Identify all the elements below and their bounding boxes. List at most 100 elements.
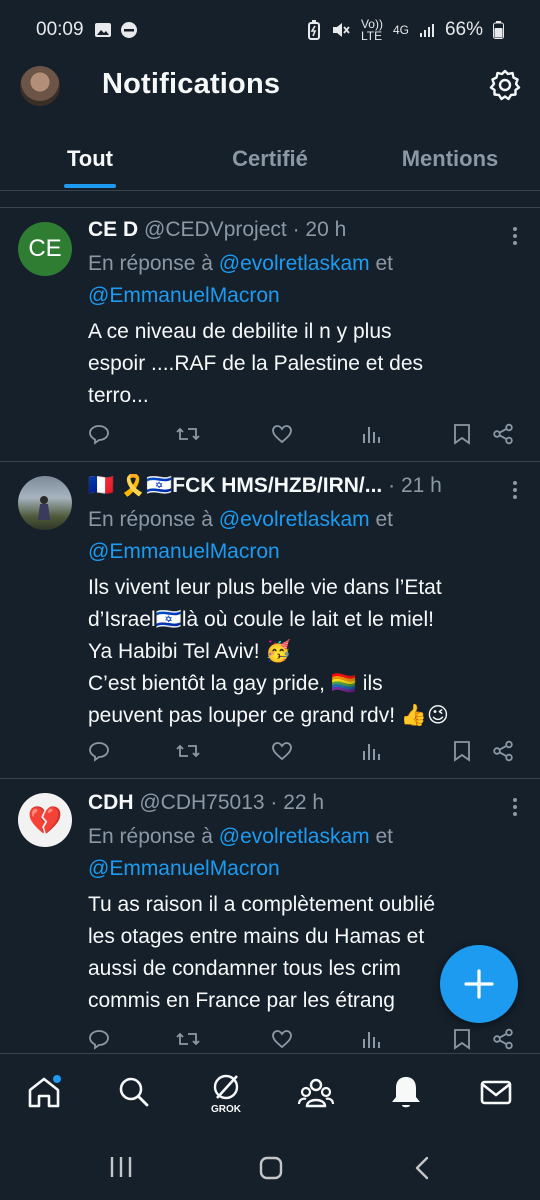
tweet-text: A ce niveau de debilite il n y plus espo… xyxy=(88,316,520,412)
reply-prefix: En réponse à xyxy=(88,508,213,531)
dnd-icon xyxy=(120,22,137,38)
text-line: d’Israel🇮🇱là où coule le lait et le miel… xyxy=(88,608,434,631)
avatar[interactable]: 💔 xyxy=(18,793,72,847)
author-name[interactable]: CDH xyxy=(88,791,134,814)
notification-tabs: Tout Certifié Mentions xyxy=(0,128,540,190)
reply-icon[interactable] xyxy=(88,740,110,767)
reply-context: En réponse à @evolretlaskam et @Emmanuel… xyxy=(88,504,520,568)
system-navigation-bar xyxy=(0,1133,540,1200)
tweet-time: · 21 h xyxy=(388,474,442,497)
text-line: Tu as raison il a complètement oublié xyxy=(88,893,436,916)
home-button-icon[interactable] xyxy=(258,1155,284,1181)
nav-messages[interactable] xyxy=(476,1072,516,1112)
heart-icon[interactable] xyxy=(271,740,293,767)
more-options-icon[interactable] xyxy=(512,797,518,817)
mention-link[interactable]: @EmmanuelMacron xyxy=(88,540,280,563)
status-time: 00:09 xyxy=(36,19,84,40)
tweet-actions xyxy=(88,740,520,770)
gear-icon[interactable] xyxy=(488,68,522,102)
bookmark-icon[interactable] xyxy=(452,423,472,450)
communities-icon xyxy=(297,1078,335,1108)
views-icon[interactable] xyxy=(360,423,382,450)
mention-link[interactable]: @EmmanuelMacron xyxy=(88,857,280,880)
more-options-icon[interactable] xyxy=(512,226,518,246)
network-4g-indicator: 4G xyxy=(392,23,409,37)
reply-context: En réponse à @evolretlaskam et @Emmanuel… xyxy=(88,821,520,885)
tweet-actions xyxy=(88,423,520,453)
messages-icon xyxy=(480,1080,512,1105)
tab-mentions[interactable]: Mentions xyxy=(360,128,540,190)
mention-link[interactable]: @evolretlaskam xyxy=(219,508,370,531)
reply-and: et xyxy=(375,252,394,275)
volte-indicator: Vo)) LTE xyxy=(360,17,383,43)
tab-all[interactable]: Tout xyxy=(0,128,180,190)
bookmark-icon[interactable] xyxy=(452,740,472,767)
tweet-text: Ils vivent leur plus belle vie dans l’Et… xyxy=(88,572,520,732)
mute-icon xyxy=(332,23,350,37)
views-icon[interactable] xyxy=(360,1028,382,1053)
reply-context: En réponse à @evolretlaskam et @Emmanuel… xyxy=(88,248,520,312)
retweet-icon[interactable] xyxy=(176,740,200,767)
battery-percent: 66% xyxy=(444,19,483,40)
share-icon[interactable] xyxy=(492,423,514,450)
reply-prefix: En réponse à xyxy=(88,252,213,275)
bottom-navigation: GROK xyxy=(0,1053,540,1133)
nav-grok[interactable]: GROK xyxy=(205,1072,247,1115)
reply-icon[interactable] xyxy=(88,1028,110,1053)
author-handle[interactable]: @CEDVproject xyxy=(144,218,287,241)
tweet-item[interactable]: 🇫🇷 🎗️🇮🇱FCK HMS/HZB/IRN/... · 21 h En rép… xyxy=(0,462,540,778)
grok-icon xyxy=(213,1074,239,1100)
notifications-icon xyxy=(392,1077,420,1108)
nav-home[interactable] xyxy=(24,1072,64,1112)
views-icon[interactable] xyxy=(360,740,382,767)
author-handle[interactable]: @CDH75013 xyxy=(139,791,264,814)
tabs-divider xyxy=(0,190,540,191)
text-line: C’est bientôt la gay pride, 🏳️‍🌈 ils xyxy=(88,672,383,695)
reply-and: et xyxy=(375,825,394,848)
retweet-icon[interactable] xyxy=(176,1028,200,1053)
mention-link[interactable]: @evolretlaskam xyxy=(219,825,370,848)
status-bar: 00:09 Vo)) LTE 4G 66% xyxy=(0,0,540,60)
heart-icon[interactable] xyxy=(271,1028,293,1053)
reply-and: et xyxy=(375,508,394,531)
nav-communities[interactable] xyxy=(296,1072,336,1112)
share-icon[interactable] xyxy=(492,740,514,767)
bookmark-icon[interactable] xyxy=(452,1028,472,1053)
plus-icon xyxy=(464,969,494,999)
reply-icon[interactable] xyxy=(88,423,110,450)
text-line: espoir ....RAF de la Palestine et des xyxy=(88,352,424,375)
search-icon xyxy=(119,1077,149,1107)
author-name[interactable]: 🇫🇷 🎗️🇮🇱FCK HMS/HZB/IRN/... xyxy=(88,474,382,497)
heart-icon[interactable] xyxy=(271,423,293,450)
recent-apps-icon[interactable] xyxy=(108,1155,134,1179)
battery-icon xyxy=(493,21,504,39)
battery-saver-icon xyxy=(307,20,320,40)
grok-label: GROK xyxy=(211,1104,241,1115)
top-app-bar: Notifications xyxy=(0,60,540,116)
avatar[interactable]: CE xyxy=(18,222,72,276)
text-line: A ce niveau de debilite il n y plus xyxy=(88,320,392,343)
tweet-time: · 20 h xyxy=(292,218,347,241)
tab-verified[interactable]: Certifié xyxy=(180,128,360,190)
mention-link[interactable]: @EmmanuelMacron xyxy=(88,284,280,307)
tweet-item[interactable]: CE CE D @CEDVproject · 20 h En réponse à… xyxy=(0,208,540,461)
gallery-icon xyxy=(94,23,111,37)
more-options-icon[interactable] xyxy=(512,480,518,500)
tweet-actions xyxy=(88,1028,520,1053)
retweet-icon[interactable] xyxy=(176,423,200,450)
compose-button[interactable] xyxy=(440,945,518,1023)
home-icon xyxy=(28,1075,61,1108)
text-line: peuvent pas louper ce grand rdv! 👍😉 xyxy=(88,704,449,727)
avatar[interactable] xyxy=(18,476,72,530)
signal-icon xyxy=(419,24,434,37)
share-icon[interactable] xyxy=(492,1028,514,1053)
author-name[interactable]: CE D xyxy=(88,218,138,241)
text-line: Ils vivent leur plus belle vie dans l’Et… xyxy=(88,576,442,599)
profile-avatar[interactable] xyxy=(20,66,60,106)
reply-prefix: En réponse à xyxy=(88,825,213,848)
back-icon[interactable] xyxy=(412,1155,432,1181)
nav-search[interactable] xyxy=(114,1072,154,1112)
mention-link[interactable]: @evolretlaskam xyxy=(219,252,370,275)
text-line: Ya Habibi Tel Aviv! 🥳 xyxy=(88,640,292,663)
nav-notifications[interactable] xyxy=(386,1072,426,1112)
